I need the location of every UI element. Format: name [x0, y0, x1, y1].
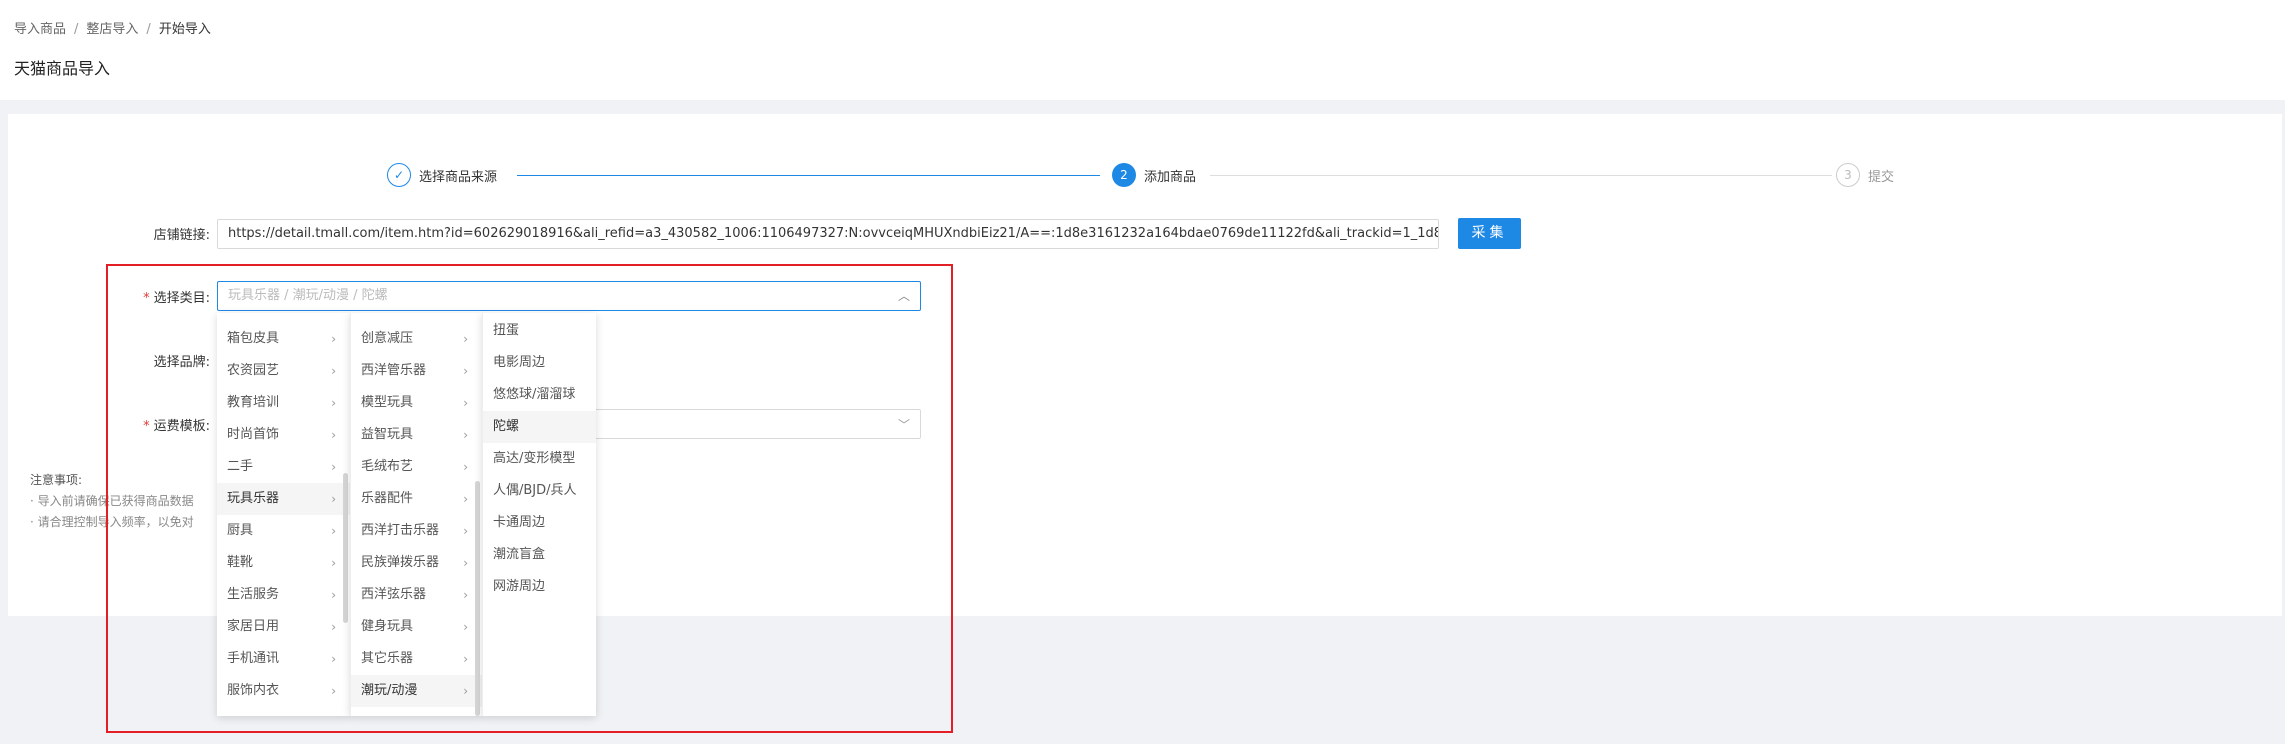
step-submit: 3 提交: [1836, 162, 1894, 188]
breadcrumb: 导入商品 / 整店导入 / 开始导入: [14, 18, 211, 37]
step-connector: [517, 175, 1100, 176]
step-label: 提交: [1868, 169, 1895, 185]
collect-button[interactable]: 采集: [1458, 218, 1521, 249]
step-number: 2: [1112, 163, 1136, 187]
step-number: 3: [1836, 163, 1860, 187]
highlight-box: [106, 264, 953, 733]
step-select-source: ✓ 选择商品来源: [387, 162, 497, 188]
breadcrumb-separator: /: [74, 22, 79, 37]
step-label: 添加商品: [1144, 169, 1197, 185]
breadcrumb-separator: /: [146, 22, 151, 37]
shop-link-label: 店铺链接:: [153, 228, 210, 243]
breadcrumb-item-store-import[interactable]: 整店导入: [86, 22, 138, 37]
step-label: 选择商品来源: [419, 169, 498, 185]
breadcrumb-item-current: 开始导入: [158, 22, 211, 37]
page-title: 天猫商品导入: [14, 59, 111, 78]
step-add-product: 2 添加商品: [1112, 162, 1196, 188]
breadcrumb-item-import[interactable]: 导入商品: [14, 22, 66, 37]
top-header: 导入商品 / 整店导入 / 开始导入 天猫商品导入: [0, 0, 2285, 100]
shop-link-input[interactable]: https://detail.tmall.com/item.htm?id=602…: [217, 219, 1439, 249]
step-connector: [1210, 175, 1832, 176]
check-icon: ✓: [387, 163, 411, 187]
